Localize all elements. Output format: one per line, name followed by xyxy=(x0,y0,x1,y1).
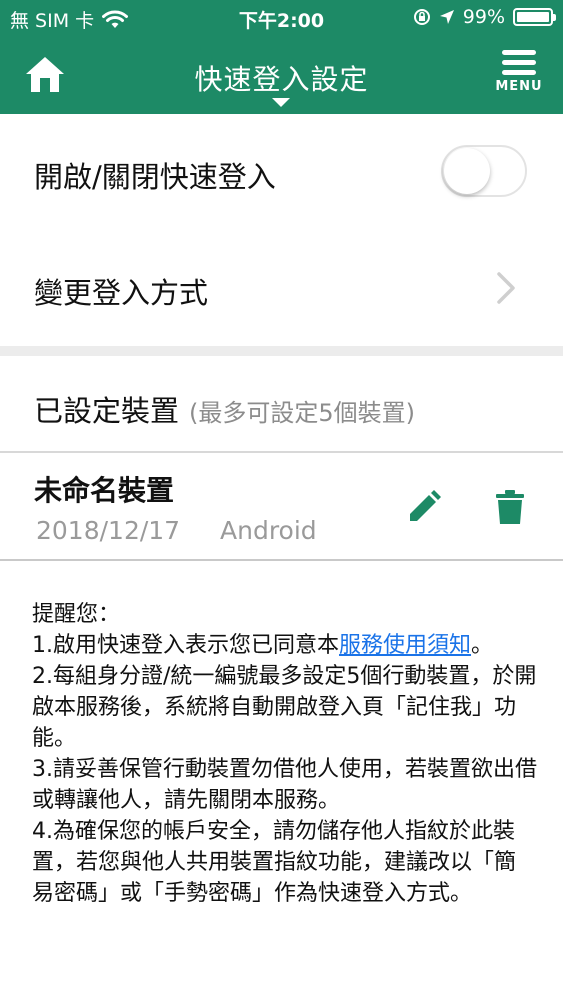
section-divider xyxy=(0,346,563,356)
page-title[interactable]: 快速登入設定 xyxy=(0,58,563,98)
edit-pencil-icon[interactable] xyxy=(406,489,442,525)
location-arrow-icon xyxy=(439,10,454,24)
devices-section-title: 已設定裝置 (最多可設定5個裝置) xyxy=(34,388,415,430)
battery-fill xyxy=(517,12,549,22)
terms-of-service-link[interactable]: 服務使用須知 xyxy=(339,633,471,658)
devices-limit-hint: (最多可設定5個裝置) xyxy=(189,399,416,427)
change-login-method-label: 變更登入方式 xyxy=(34,276,209,310)
quick-login-label: 開啟/關閉快速登入 xyxy=(34,160,276,194)
menu-label: MENU xyxy=(495,79,543,94)
notice-item-1: 1.啟用快速登入表示您已同意本服務使用須知。 xyxy=(32,633,494,658)
status-bar: 無 SIM 卡 下午2:00 99% xyxy=(0,0,563,36)
delete-trash-icon[interactable] xyxy=(496,489,524,525)
device-os: Android xyxy=(220,516,317,545)
device-item: 未命名裝置 2018/12/17 Android xyxy=(0,453,563,561)
device-name: 未命名裝置 xyxy=(34,474,175,507)
switch-knob xyxy=(444,148,490,194)
change-login-method-row[interactable]: 變更登入方式 xyxy=(0,230,563,346)
menu-button[interactable]: MENU xyxy=(489,50,549,106)
nav-bar: 快速登入設定 MENU xyxy=(0,36,563,114)
devices-title: 已設定裝置 xyxy=(34,394,180,428)
hamburger-icon xyxy=(502,50,536,75)
notice-heading: 提醒您： xyxy=(32,602,121,627)
devices-section-header: 已設定裝置 (最多可設定5個裝置) xyxy=(0,356,563,453)
orientation-lock-icon xyxy=(413,9,430,25)
battery-percent: 99% xyxy=(462,6,505,28)
notice-item-4: 4.為確保您的帳戶安全，請勿儲存他人指紋於此裝置，若您與他人共用裝置指紋功能，建… xyxy=(32,819,517,906)
notice-item-3: 3.請妥善保管行動裝置勿借他人使用，若裝置欲出借或轉讓他人，請先關閉本服務。 xyxy=(32,757,537,813)
device-date: 2018/12/17 xyxy=(36,516,181,545)
quick-login-switch[interactable] xyxy=(441,145,527,197)
title-dropdown-caret-icon[interactable] xyxy=(272,98,290,107)
notice-text: 提醒您： 1.啟用快速登入表示您已同意本服務使用須知。 2.每組身分證/統一編號… xyxy=(32,599,537,909)
quick-login-toggle-row: 開啟/關閉快速登入 xyxy=(0,114,563,230)
status-right: 99% xyxy=(413,6,556,28)
battery-icon xyxy=(513,8,556,26)
chevron-right-icon xyxy=(497,272,515,304)
notice-item-2: 2.每組身分證/統一編號最多設定5個行動裝置，於開啟本服務後，系統將自動開啟登入… xyxy=(32,664,537,751)
